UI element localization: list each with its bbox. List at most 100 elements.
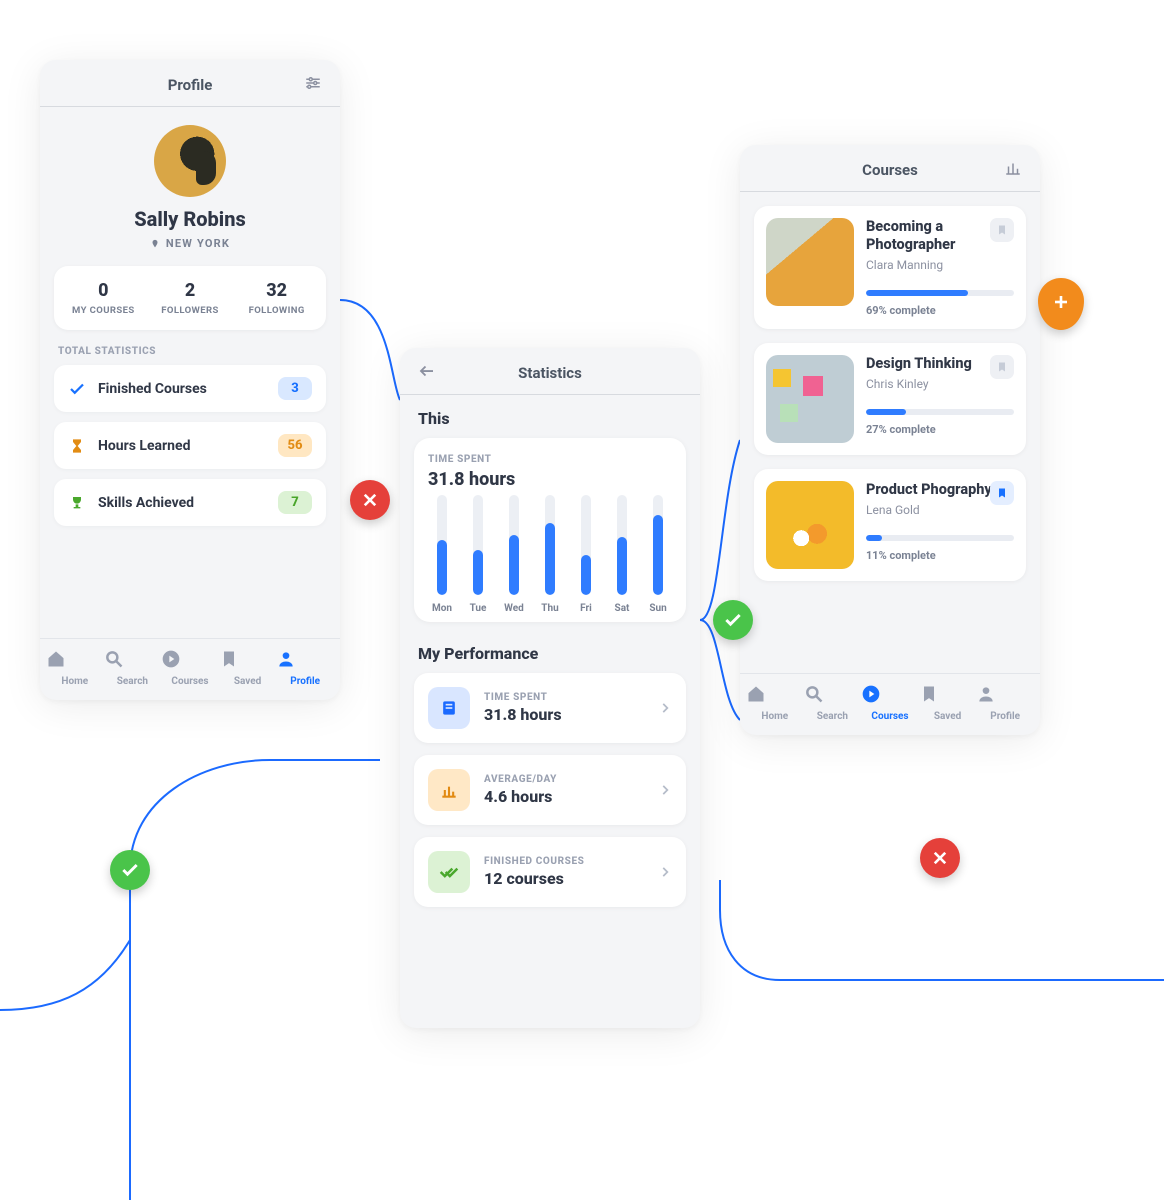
profile-header: Profile <box>40 60 340 107</box>
stat-followers[interactable]: 2 FOLLOWERS <box>147 280 234 316</box>
home-icon <box>46 649 104 669</box>
tab-saved[interactable]: Saved <box>919 684 977 723</box>
profile-stats-row: 0 MY COURSES 2 FOLLOWERS 32 FOLLOWING <box>54 266 326 330</box>
chevron-right-icon <box>658 865 672 879</box>
tab-profile[interactable]: Profile <box>976 684 1034 723</box>
courses-list: Becoming a PhotographerClara Manning69% … <box>740 206 1040 581</box>
tab-profile[interactable]: Profile <box>276 649 334 688</box>
perf-average-day[interactable]: AVERAGE/DAY 4.6 hours <box>414 755 686 825</box>
search-icon <box>804 684 862 704</box>
add-pin[interactable] <box>1038 278 1084 330</box>
check-icon <box>68 380 86 398</box>
chevron-right-icon <box>658 701 672 715</box>
course-thumbnail <box>766 355 854 443</box>
courses-header-title: Courses <box>862 161 918 179</box>
double-check-icon <box>428 851 470 893</box>
progress-bar <box>866 409 1014 415</box>
settings-sliders-icon[interactable] <box>304 74 322 92</box>
play-icon <box>161 649 219 669</box>
course-card[interactable]: Becoming a PhotographerClara Manning69% … <box>754 206 1026 329</box>
bar-wed: Wed <box>502 495 526 614</box>
profile-location-text: NEW YORK <box>166 237 230 250</box>
course-author: Lena Gold <box>866 503 1014 517</box>
course-card[interactable]: Product PhographyLena Gold11% complete <box>754 469 1026 581</box>
tab-home[interactable]: Home <box>746 684 804 723</box>
stat-following[interactable]: 32 FOLLOWING <box>233 280 320 316</box>
pin-icon <box>150 239 160 249</box>
badge-hours: 56 <box>278 434 312 457</box>
row-skills-achieved[interactable]: Skills Achieved 7 <box>54 479 326 526</box>
bar-label: Sat <box>615 603 630 614</box>
book-icon <box>428 687 470 729</box>
progress-label: 69% complete <box>866 304 1014 317</box>
profile-tabbar: Home Search Courses Saved Profile <box>40 638 340 700</box>
row-hours-learned[interactable]: Hours Learned 56 <box>54 422 326 469</box>
time-spent-label: TIME SPENT <box>428 454 672 465</box>
course-thumbnail <box>766 481 854 569</box>
row-finished-courses[interactable]: Finished Courses 3 <box>54 365 326 412</box>
tab-courses[interactable]: Courses <box>161 649 219 688</box>
bar-tue: Tue <box>466 495 490 614</box>
bar-fri: Fri <box>574 495 598 614</box>
profile-location: NEW YORK <box>40 237 340 250</box>
bookmark-icon <box>919 684 977 704</box>
my-performance-label: My Performance <box>418 644 682 663</box>
course-card[interactable]: Design ThinkingChris Kinley27% complete <box>754 343 1026 455</box>
bookmark-icon <box>219 649 277 669</box>
bookmark-button[interactable] <box>990 218 1014 242</box>
back-button[interactable] <box>418 362 436 380</box>
stats-header-title: Statistics <box>518 364 582 382</box>
stats-period-label: This <box>418 409 682 428</box>
chevron-right-icon <box>658 783 672 797</box>
profile-name: Sally Robins <box>40 207 340 231</box>
analytics-icon[interactable] <box>1004 159 1022 177</box>
home-icon <box>746 684 804 704</box>
progress-label: 27% complete <box>866 423 1014 436</box>
course-author: Chris Kinley <box>866 377 1014 391</box>
badge-skills: 7 <box>278 491 312 514</box>
hourglass-icon <box>68 437 86 455</box>
profile-header-title: Profile <box>168 76 213 94</box>
bar-sat: Sat <box>610 495 634 614</box>
tab-search[interactable]: Search <box>104 649 162 688</box>
tab-home[interactable]: Home <box>46 649 104 688</box>
courses-screen: Courses Becoming a PhotographerClara Man… <box>740 145 1040 735</box>
tab-search[interactable]: Search <box>804 684 862 723</box>
search-icon <box>104 649 162 669</box>
user-icon <box>976 684 1034 704</box>
progress-bar <box>866 290 1014 296</box>
statistics-screen: Statistics This TIME SPENT 31.8 hours Mo… <box>400 348 700 1028</box>
bar-label: Wed <box>504 603 524 614</box>
bar-mon: Mon <box>430 495 454 614</box>
reject-pin[interactable] <box>350 480 390 520</box>
bookmark-button[interactable] <box>990 481 1014 505</box>
bar-chart-icon <box>428 769 470 811</box>
perf-finished-courses[interactable]: FINISHED COURSES 12 courses <box>414 837 686 907</box>
bar-label: Fri <box>580 603 592 614</box>
accept-pin[interactable] <box>713 600 753 640</box>
perf-time-spent[interactable]: TIME SPENT 31.8 hours <box>414 673 686 743</box>
bookmark-button[interactable] <box>990 355 1014 379</box>
stat-my-courses[interactable]: 0 MY COURSES <box>60 280 147 316</box>
bar-label: Tue <box>470 603 487 614</box>
bar-thu: Thu <box>538 495 562 614</box>
bar-label: Mon <box>432 603 452 614</box>
play-icon <box>861 684 919 704</box>
courses-tabbar: Home Search Courses Saved Profile <box>740 673 1040 735</box>
courses-header: Courses <box>740 145 1040 192</box>
trophy-icon <box>68 494 86 512</box>
tab-courses[interactable]: Courses <box>861 684 919 723</box>
badge-finished: 3 <box>278 377 312 400</box>
reject-pin[interactable] <box>920 838 960 878</box>
total-statistics-label: TOTAL STATISTICS <box>58 346 340 357</box>
accept-pin[interactable] <box>110 850 150 890</box>
weekly-bars-chart: MonTueWedThuFriSatSun <box>428 504 672 614</box>
tab-saved[interactable]: Saved <box>219 649 277 688</box>
avatar[interactable] <box>154 125 226 197</box>
bar-sun: Sun <box>646 495 670 614</box>
progress-bar <box>866 535 1014 541</box>
progress-label: 11% complete <box>866 549 1014 562</box>
bar-label: Thu <box>541 603 558 614</box>
time-spent-value: 31.8 hours <box>428 469 672 490</box>
stats-header: Statistics <box>400 348 700 395</box>
